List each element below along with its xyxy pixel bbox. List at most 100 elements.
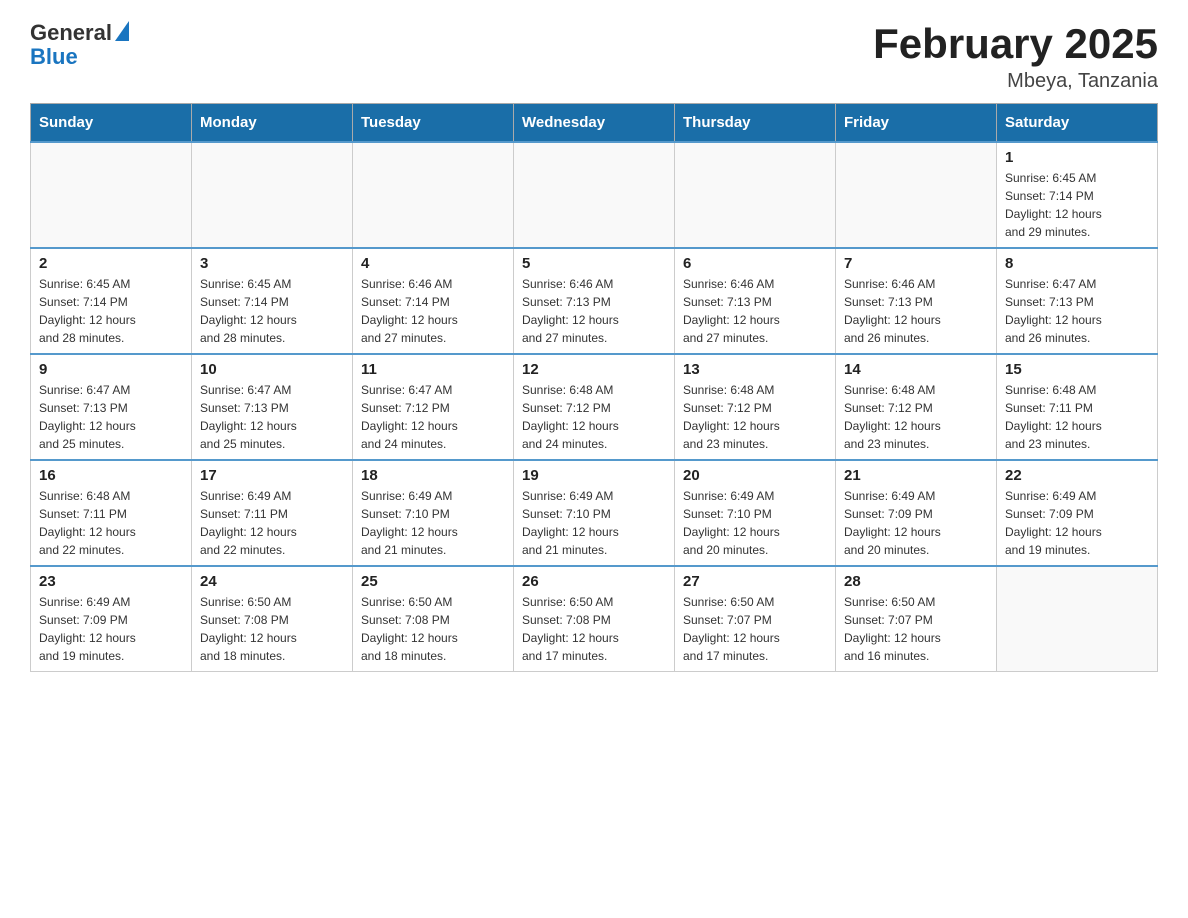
day-number: 27 bbox=[683, 573, 827, 590]
day-number: 18 bbox=[361, 467, 505, 484]
calendar-cell: 19Sunrise: 6:49 AM Sunset: 7:10 PM Dayli… bbox=[514, 460, 675, 566]
calendar-cell bbox=[31, 142, 192, 248]
day-info: Sunrise: 6:46 AM Sunset: 7:13 PM Dayligh… bbox=[522, 275, 666, 347]
calendar-cell: 8 Sunrise: 6:47 AM Sunset: 7:13 PM Daylig… bbox=[997, 248, 1158, 354]
calendar-cell: 18 Sunrise: 6:49 AM Sunset: 7:10 PM Dayli… bbox=[353, 460, 514, 566]
location-subtitle: Mbeya, Tanzania bbox=[873, 70, 1158, 93]
weekday-header-thursday: Thursday bbox=[675, 104, 836, 143]
calendar-cell: 3 Sunrise: 6:45 AM Sunset: 7:14 PM Daylig… bbox=[192, 248, 353, 354]
day-number: 17 bbox=[200, 467, 344, 484]
calendar-cell: 28Sunrise: 6:50 AM Sunset: 7:07 PM Dayli… bbox=[836, 566, 997, 672]
day-info: Sunrise: 6:45 AM Sunset: 7:14 PM Dayligh… bbox=[1005, 169, 1149, 241]
day-info: Sunrise: 6:47 AM Sunset: 7:13 PM Dayligh… bbox=[200, 381, 344, 453]
day-number: 26 bbox=[522, 573, 666, 590]
day-info: Sunrise: 6:49 AM Sunset: 7:10 PM Dayligh… bbox=[683, 487, 827, 559]
calendar-cell: 20Sunrise: 6:49 AM Sunset: 7:10 PM Dayli… bbox=[675, 460, 836, 566]
day-info: Sunrise: 6:45 AM Sunset: 7:14 PM Dayligh… bbox=[39, 275, 183, 347]
day-number: 3 bbox=[200, 255, 344, 272]
calendar-cell: 2 Sunrise: 6:45 AM Sunset: 7:14 PM Daylig… bbox=[31, 248, 192, 354]
weekday-header-monday: Monday bbox=[192, 104, 353, 143]
day-info: Sunrise: 6:49 AM Sunset: 7:10 PM Dayligh… bbox=[361, 487, 505, 559]
calendar-cell: 13Sunrise: 6:48 AM Sunset: 7:12 PM Dayli… bbox=[675, 354, 836, 460]
day-info: Sunrise: 6:46 AM Sunset: 7:14 PM Dayligh… bbox=[361, 275, 505, 347]
weekday-header-row: SundayMondayTuesdayWednesdayThursdayFrid… bbox=[31, 104, 1158, 143]
day-number: 19 bbox=[522, 467, 666, 484]
day-number: 6 bbox=[683, 255, 827, 272]
calendar-cell: 17 Sunrise: 6:49 AM Sunset: 7:11 PM Dayli… bbox=[192, 460, 353, 566]
calendar-cell: 7 Sunrise: 6:46 AM Sunset: 7:13 PM Daylig… bbox=[836, 248, 997, 354]
calendar-cell: 15 Sunrise: 6:48 AM Sunset: 7:11 PM Dayli… bbox=[997, 354, 1158, 460]
day-info: Sunrise: 6:46 AM Sunset: 7:13 PM Dayligh… bbox=[683, 275, 827, 347]
calendar-cell: 27Sunrise: 6:50 AM Sunset: 7:07 PM Dayli… bbox=[675, 566, 836, 672]
logo-blue-text: Blue bbox=[30, 44, 78, 70]
day-info: Sunrise: 6:48 AM Sunset: 7:12 PM Dayligh… bbox=[844, 381, 988, 453]
calendar-cell bbox=[836, 142, 997, 248]
weekday-header-saturday: Saturday bbox=[997, 104, 1158, 143]
day-number: 21 bbox=[844, 467, 988, 484]
day-number: 16 bbox=[39, 467, 183, 484]
calendar-table: SundayMondayTuesdayWednesdayThursdayFrid… bbox=[30, 103, 1158, 672]
day-number: 14 bbox=[844, 361, 988, 378]
day-info: Sunrise: 6:48 AM Sunset: 7:12 PM Dayligh… bbox=[522, 381, 666, 453]
calendar-cell: 24 Sunrise: 6:50 AM Sunset: 7:08 PM Dayli… bbox=[192, 566, 353, 672]
calendar-cell bbox=[997, 566, 1158, 672]
calendar-cell: 16 Sunrise: 6:48 AM Sunset: 7:11 PM Dayli… bbox=[31, 460, 192, 566]
day-info: Sunrise: 6:50 AM Sunset: 7:08 PM Dayligh… bbox=[361, 593, 505, 665]
day-number: 10 bbox=[200, 361, 344, 378]
weekday-header-tuesday: Tuesday bbox=[353, 104, 514, 143]
day-number: 5 bbox=[522, 255, 666, 272]
day-number: 11 bbox=[361, 361, 505, 378]
day-info: Sunrise: 6:47 AM Sunset: 7:12 PM Dayligh… bbox=[361, 381, 505, 453]
calendar-week-row: 2 Sunrise: 6:45 AM Sunset: 7:14 PM Daylig… bbox=[31, 248, 1158, 354]
title-section: February 2025 Mbeya, Tanzania bbox=[873, 20, 1158, 93]
calendar-week-row: 1 Sunrise: 6:45 AM Sunset: 7:14 PM Daylig… bbox=[31, 142, 1158, 248]
calendar-cell: 4 Sunrise: 6:46 AM Sunset: 7:14 PM Daylig… bbox=[353, 248, 514, 354]
calendar-cell: 22 Sunrise: 6:49 AM Sunset: 7:09 PM Dayli… bbox=[997, 460, 1158, 566]
day-info: Sunrise: 6:48 AM Sunset: 7:11 PM Dayligh… bbox=[1005, 381, 1149, 453]
logo: General Blue bbox=[30, 20, 129, 70]
day-number: 1 bbox=[1005, 149, 1149, 166]
day-info: Sunrise: 6:49 AM Sunset: 7:11 PM Dayligh… bbox=[200, 487, 344, 559]
calendar-cell: 26 Sunrise: 6:50 AM Sunset: 7:08 PM Dayli… bbox=[514, 566, 675, 672]
calendar-week-row: 9Sunrise: 6:47 AM Sunset: 7:13 PM Daylig… bbox=[31, 354, 1158, 460]
day-number: 4 bbox=[361, 255, 505, 272]
calendar-cell: 6 Sunrise: 6:46 AM Sunset: 7:13 PM Daylig… bbox=[675, 248, 836, 354]
calendar-cell: 9Sunrise: 6:47 AM Sunset: 7:13 PM Daylig… bbox=[31, 354, 192, 460]
weekday-header-sunday: Sunday bbox=[31, 104, 192, 143]
calendar-cell: 23Sunrise: 6:49 AM Sunset: 7:09 PM Dayli… bbox=[31, 566, 192, 672]
calendar-cell bbox=[192, 142, 353, 248]
day-info: Sunrise: 6:50 AM Sunset: 7:08 PM Dayligh… bbox=[200, 593, 344, 665]
month-year-title: February 2025 bbox=[873, 20, 1158, 68]
calendar-week-row: 23Sunrise: 6:49 AM Sunset: 7:09 PM Dayli… bbox=[31, 566, 1158, 672]
calendar-cell: 5 Sunrise: 6:46 AM Sunset: 7:13 PM Daylig… bbox=[514, 248, 675, 354]
day-info: Sunrise: 6:49 AM Sunset: 7:09 PM Dayligh… bbox=[1005, 487, 1149, 559]
day-info: Sunrise: 6:48 AM Sunset: 7:12 PM Dayligh… bbox=[683, 381, 827, 453]
day-number: 7 bbox=[844, 255, 988, 272]
day-info: Sunrise: 6:46 AM Sunset: 7:13 PM Dayligh… bbox=[844, 275, 988, 347]
calendar-cell bbox=[675, 142, 836, 248]
calendar-cell: 21 Sunrise: 6:49 AM Sunset: 7:09 PM Dayli… bbox=[836, 460, 997, 566]
page-header: General Blue February 2025 Mbeya, Tanzan… bbox=[30, 20, 1158, 93]
day-info: Sunrise: 6:45 AM Sunset: 7:14 PM Dayligh… bbox=[200, 275, 344, 347]
day-info: Sunrise: 6:50 AM Sunset: 7:08 PM Dayligh… bbox=[522, 593, 666, 665]
day-info: Sunrise: 6:49 AM Sunset: 7:09 PM Dayligh… bbox=[844, 487, 988, 559]
calendar-cell: 11 Sunrise: 6:47 AM Sunset: 7:12 PM Dayli… bbox=[353, 354, 514, 460]
day-number: 15 bbox=[1005, 361, 1149, 378]
day-info: Sunrise: 6:47 AM Sunset: 7:13 PM Dayligh… bbox=[1005, 275, 1149, 347]
calendar-cell: 14 Sunrise: 6:48 AM Sunset: 7:12 PM Dayli… bbox=[836, 354, 997, 460]
calendar-cell bbox=[353, 142, 514, 248]
day-number: 25 bbox=[361, 573, 505, 590]
day-info: Sunrise: 6:48 AM Sunset: 7:11 PM Dayligh… bbox=[39, 487, 183, 559]
calendar-cell: 1 Sunrise: 6:45 AM Sunset: 7:14 PM Daylig… bbox=[997, 142, 1158, 248]
calendar-cell: 10 Sunrise: 6:47 AM Sunset: 7:13 PM Dayli… bbox=[192, 354, 353, 460]
logo-general-text: General bbox=[30, 20, 112, 46]
calendar-cell: 25 Sunrise: 6:50 AM Sunset: 7:08 PM Dayli… bbox=[353, 566, 514, 672]
calendar-week-row: 16 Sunrise: 6:48 AM Sunset: 7:11 PM Dayli… bbox=[31, 460, 1158, 566]
day-number: 2 bbox=[39, 255, 183, 272]
calendar-cell: 12Sunrise: 6:48 AM Sunset: 7:12 PM Dayli… bbox=[514, 354, 675, 460]
day-number: 8 bbox=[1005, 255, 1149, 272]
day-info: Sunrise: 6:49 AM Sunset: 7:09 PM Dayligh… bbox=[39, 593, 183, 665]
day-info: Sunrise: 6:47 AM Sunset: 7:13 PM Dayligh… bbox=[39, 381, 183, 453]
day-number: 24 bbox=[200, 573, 344, 590]
day-number: 22 bbox=[1005, 467, 1149, 484]
